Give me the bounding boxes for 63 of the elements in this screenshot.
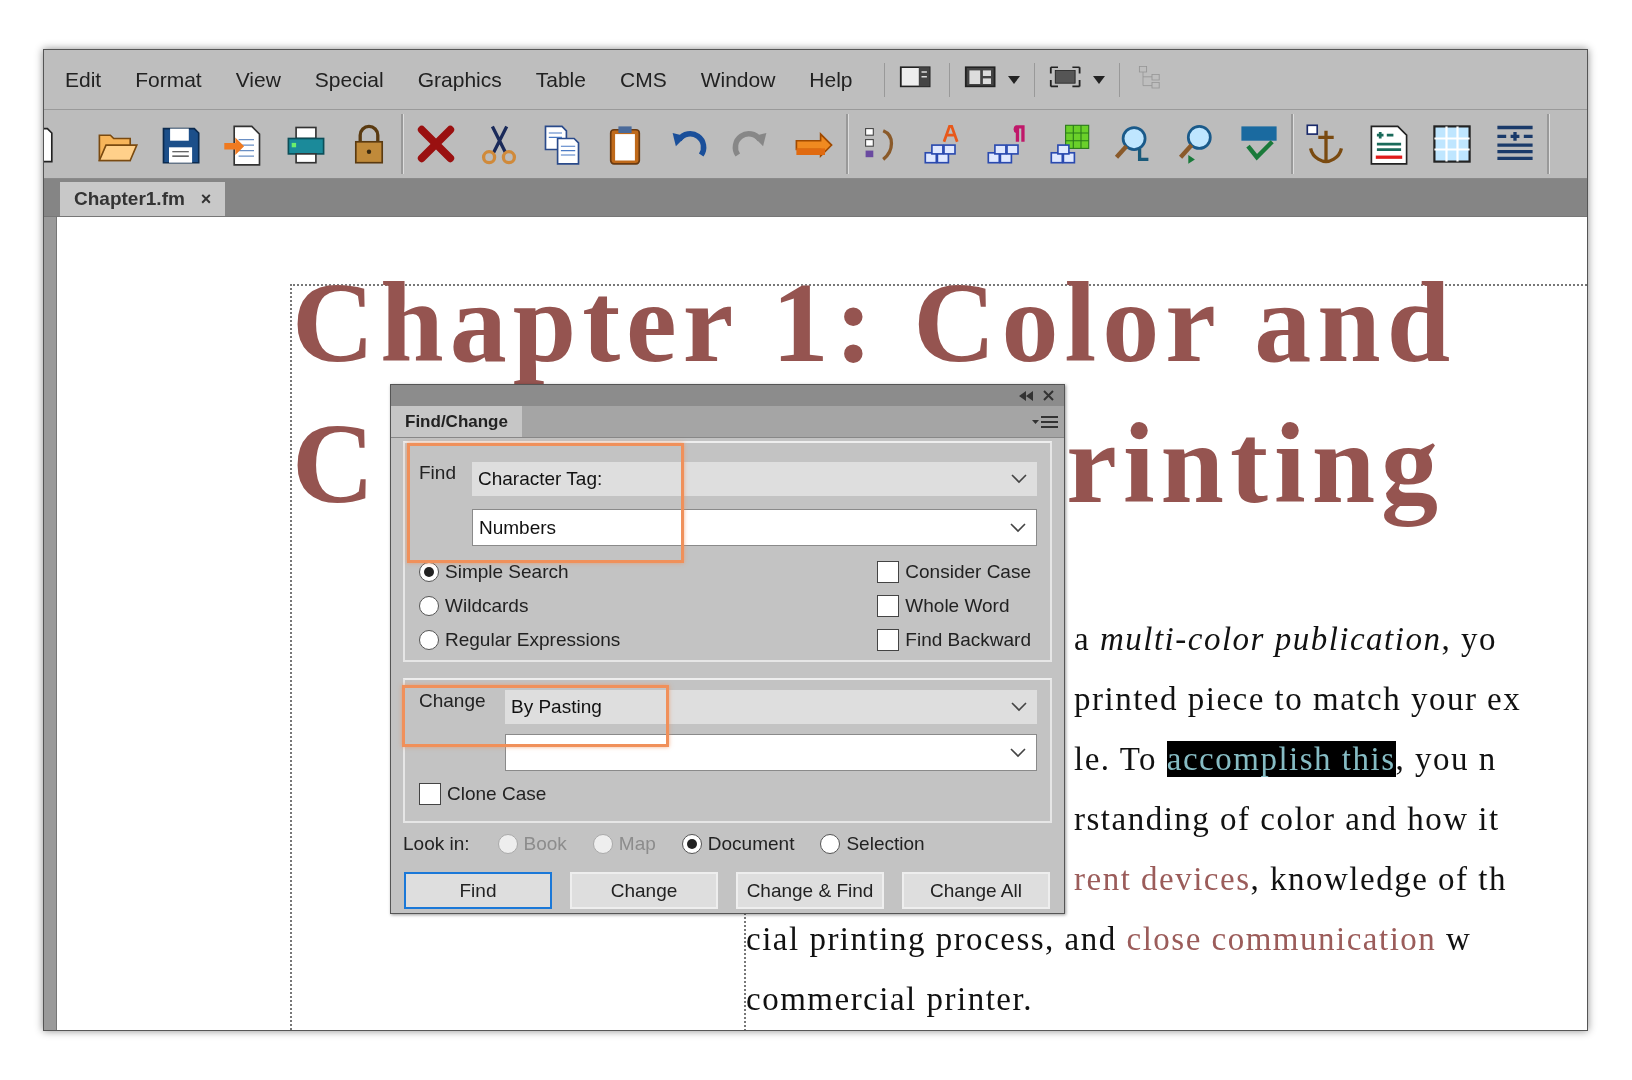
radio-label: Wildcards xyxy=(445,595,529,617)
field-label: Change xyxy=(419,690,487,712)
menu-item[interactable]: CMS xyxy=(602,65,684,94)
combo-field[interactable]: Numbers xyxy=(472,509,1037,546)
checkbox[interactable] xyxy=(877,561,900,583)
panel-tab[interactable]: Find/Change xyxy=(391,406,522,437)
radio-label: Selection xyxy=(846,833,925,855)
dialog-button[interactable]: Change & Find xyxy=(736,872,884,909)
chevron-icon[interactable] xyxy=(1010,747,1026,758)
checkbox[interactable] xyxy=(419,783,441,805)
menu-item[interactable]: Graphics xyxy=(400,65,519,94)
checkbox[interactable] xyxy=(877,595,900,617)
checkbox-label: Whole Word xyxy=(905,595,1010,617)
field-label: Find xyxy=(419,462,457,484)
dropdown[interactable]: By Pasting xyxy=(505,690,1037,724)
body-text-line: a multi-color publication, yo xyxy=(1074,620,1497,659)
body-text-line: commercial printer. xyxy=(746,980,1033,1019)
heading-text: C xyxy=(292,423,381,527)
radio-button[interactable] xyxy=(820,834,841,854)
checkbox[interactable] xyxy=(877,629,900,651)
checkbox-label: Find Backward xyxy=(905,629,1031,651)
table-icon[interactable] xyxy=(1430,122,1474,166)
radio-button[interactable] xyxy=(419,596,439,616)
chevron-icon[interactable] xyxy=(1011,702,1027,712)
radio-label: Simple Search xyxy=(445,561,569,583)
caret-icon[interactable] xyxy=(1092,75,1105,84)
menu-item[interactable]: Special xyxy=(297,65,401,94)
radio-label: Regular Expressions xyxy=(445,629,621,651)
document-tab[interactable]: Chapter1.fm × xyxy=(60,182,226,216)
body-text-line: cial printing process, and close communication w xyxy=(746,920,1472,959)
tab-label: Chapter1.fm xyxy=(74,188,185,210)
body-text-line: rent devices, knowledge of th xyxy=(1074,860,1507,899)
close-icon[interactable] xyxy=(1043,390,1054,401)
menu-item[interactable]: Edit xyxy=(48,65,119,94)
menu-item[interactable]: Window xyxy=(683,65,793,94)
checkbox-label: Clone Case xyxy=(447,783,547,805)
radio-button[interactable] xyxy=(419,630,439,650)
radio-button[interactable] xyxy=(681,834,702,854)
dialog-button[interactable]: Change All xyxy=(902,872,1050,909)
close-icon[interactable]: × xyxy=(200,188,212,210)
menu-item[interactable]: Help xyxy=(792,65,870,94)
radio-button[interactable] xyxy=(419,562,439,582)
body-text-line: le. To accomplish this, you n xyxy=(1074,740,1497,779)
menu-item[interactable]: Table xyxy=(518,65,603,94)
menu-item[interactable]: View xyxy=(218,65,298,94)
menu-item[interactable]: Format xyxy=(118,65,219,94)
dropdown[interactable]: Character Tag: xyxy=(472,462,1037,496)
body-text-line: printed piece to match your ex xyxy=(1074,680,1522,719)
collapse-icon[interactable] xyxy=(1019,390,1033,401)
caret-icon[interactable] xyxy=(1007,75,1020,84)
checkbox-label: Consider Case xyxy=(905,561,1031,583)
combo-field[interactable] xyxy=(505,734,1037,771)
heading-text: rinting xyxy=(1066,423,1445,527)
chevron-icon[interactable] xyxy=(1011,474,1027,484)
radio-label: Document xyxy=(707,833,795,855)
field-label: Look in: xyxy=(403,833,470,855)
dialog-button[interactable]: Change xyxy=(570,872,718,909)
body-text-line: rstanding of color and how it xyxy=(1074,800,1500,839)
grid-boxes-icon[interactable] xyxy=(1048,122,1092,166)
heading-text: Chapter 1: Color and xyxy=(292,282,1457,386)
panel-menu-icon[interactable] xyxy=(1032,414,1058,429)
chevron-icon[interactable] xyxy=(1010,522,1026,533)
dialog-button[interactable]: Find xyxy=(404,872,552,909)
